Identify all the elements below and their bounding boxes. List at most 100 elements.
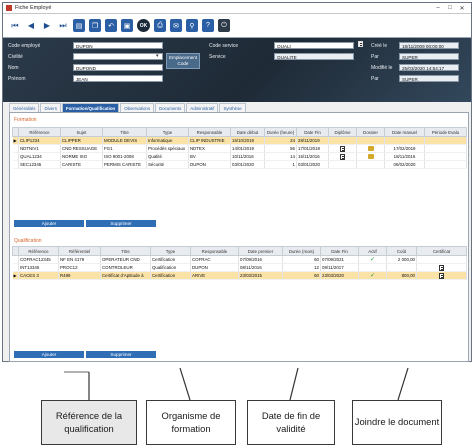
close-icon[interactable]: ✕	[456, 5, 468, 12]
qualification-header-9[interactable]: Coût	[386, 246, 417, 256]
formation-cell[interactable]: PERMIS CARISTE	[102, 160, 147, 169]
qualification-cell[interactable]: INT13345	[18, 263, 59, 272]
qualification-cell[interactable]: 2 000,00	[386, 255, 417, 264]
qualification-row[interactable]: COFRAC12345 NF EN 4179 OPERATEUR CND Certif…	[12, 255, 467, 264]
qualification-cell[interactable]: OPERATEUR CND	[100, 255, 151, 264]
formation-cell[interactable]: BV	[188, 152, 231, 161]
formation-row[interactable]: SEC12345 CARISTE PERMIS CARISTE Sécurité DUP…	[12, 160, 467, 169]
checkmark-icon[interactable]: ✓	[358, 255, 387, 264]
qualification-cell[interactable]: NF EN 4179	[58, 255, 101, 264]
formation-cell[interactable]	[356, 136, 385, 145]
qualification-cell[interactable]	[358, 263, 387, 272]
folder-icon[interactable]	[367, 154, 374, 160]
qualification-header-10[interactable]: Certificat	[416, 246, 467, 256]
qualification-header-3[interactable]: Type	[150, 246, 191, 256]
ok-icon[interactable]: OK	[137, 19, 150, 32]
qualification-cell[interactable]: R489	[58, 271, 101, 280]
document-icon[interactable]	[340, 145, 345, 152]
exit-icon[interactable]: ⏻	[218, 19, 230, 32]
mail-icon[interactable]: ✉	[170, 19, 182, 32]
document-icon[interactable]	[328, 152, 357, 161]
formation-cell[interactable]: 1	[264, 160, 297, 169]
formation-cell[interactable]: 18/11/2016	[384, 152, 425, 161]
formation-cell[interactable]: QUAL1234	[18, 152, 61, 161]
formation-cell[interactable]: 14/01/2019	[230, 144, 265, 153]
qualification-cell[interactable]: 07/09/2021	[320, 255, 359, 264]
attachment-icon[interactable]: ⚲	[186, 19, 198, 32]
formation-cell[interactable]: SEC12345	[18, 160, 61, 169]
formation-header-7[interactable]: Date Fin	[296, 127, 329, 137]
formation-cell[interactable]: CND RESSUAGE	[60, 144, 103, 153]
code-service-field[interactable]: QUALI	[274, 42, 354, 49]
formation-cell[interactable]	[384, 136, 425, 145]
formation-header-11[interactable]: Période Evalu	[424, 127, 467, 137]
formation-cell[interactable]: 28/11/2019	[296, 136, 329, 145]
qualification-header-2[interactable]: Titre	[100, 246, 151, 256]
checkmark-icon[interactable]: ✓	[358, 271, 387, 280]
formation-cell[interactable]: MODULE DEVIS	[102, 136, 147, 145]
civilite-select[interactable]	[73, 53, 163, 60]
formation-header-4[interactable]: Responsable	[188, 127, 231, 137]
qualification-header-7[interactable]: Date Fin	[320, 246, 359, 256]
document-icon[interactable]	[416, 263, 467, 272]
qualification-cell[interactable]: Certification	[150, 255, 191, 264]
formation-cell[interactable]: 15/10/2019	[230, 136, 265, 145]
undo-icon[interactable]: ↶	[105, 19, 117, 32]
qualification-header-1[interactable]: Référentiel	[58, 246, 101, 256]
qualification-header-0[interactable]: Référence	[18, 246, 59, 256]
minimize-icon[interactable]: –	[432, 5, 444, 11]
last-record-icon[interactable]: ⏭	[57, 19, 69, 32]
formation-cell[interactable]	[356, 160, 385, 169]
qualification-cell[interactable]: ARIVE	[190, 271, 239, 280]
formation-cell[interactable]: 15/11/2016	[296, 152, 329, 161]
formation-cell[interactable]: NDTNIV1	[18, 144, 61, 153]
chevron-down-icon[interactable]: ▾	[156, 53, 159, 59]
qualification-cell[interactable]: 800,00	[386, 271, 417, 280]
formation-header-6[interactable]: Durée (heure)	[264, 127, 297, 137]
formation-cell[interactable]: 24	[264, 136, 297, 145]
qualification-cell[interactable]	[416, 255, 467, 264]
document-icon[interactable]	[416, 271, 467, 280]
qualification-row[interactable]: INT13345 PROC12 CONTROLEUR Qualification DUP…	[12, 263, 467, 272]
lookup-doc-icon[interactable]	[358, 41, 363, 47]
formation-cell[interactable]: NORME ISO	[60, 152, 103, 161]
formation-cell[interactable]: 03/01/2020	[296, 160, 329, 169]
qualification-cell[interactable]: Qualification	[150, 263, 191, 272]
formation-cell[interactable]: Qualité	[146, 152, 189, 161]
qualification-cell[interactable]: Certificat d'Aptitude à	[100, 271, 151, 280]
qualification-add-button[interactable]: Ajouter	[14, 351, 84, 358]
formation-cell[interactable]: CLIPPER	[60, 136, 103, 145]
qualification-cell[interactable]: COFRAC12345	[18, 255, 59, 264]
document-icon[interactable]	[439, 272, 444, 279]
formation-cell[interactable]	[424, 160, 467, 169]
qualification-cell[interactable]: 60	[282, 255, 321, 264]
save-icon[interactable]: ▣	[121, 19, 133, 32]
folder-icon[interactable]	[356, 144, 385, 153]
help-icon[interactable]: ?	[202, 19, 214, 32]
qualification-cell[interactable]: PROC12	[58, 263, 101, 272]
formation-header-10[interactable]: Date manuel	[384, 127, 425, 137]
folder-icon[interactable]	[356, 152, 385, 161]
formation-cell[interactable]: 06/02/2020	[384, 160, 425, 169]
next-record-icon[interactable]: ▶	[41, 19, 53, 32]
qualification-cell[interactable]: 23/03/2015	[238, 271, 283, 280]
formation-row[interactable]: QUAL1234 NORME ISO ISO 9001-2008 Qualité BV 1…	[12, 152, 467, 161]
prenom-field[interactable]: JEAN	[73, 75, 163, 82]
formation-cell[interactable]: Sécurité	[146, 160, 189, 169]
formation-cell[interactable]	[328, 160, 357, 169]
qualification-cell[interactable]: CONTROLEUR	[100, 263, 151, 272]
code-employe-field[interactable]: DUPON	[73, 42, 163, 49]
formation-header-9[interactable]: Dossier	[356, 127, 385, 137]
formation-header-8[interactable]: Diplôme	[328, 127, 357, 137]
formation-cell[interactable]: 56	[264, 144, 297, 153]
document-icon[interactable]	[328, 144, 357, 153]
emplacement-code-button[interactable]: Emplacement Code	[166, 53, 200, 69]
maximize-icon[interactable]: □	[444, 5, 456, 11]
folder-icon[interactable]	[367, 146, 374, 152]
qualification-cell[interactable]: 23/03/2020	[320, 271, 359, 280]
qualification-delete-button[interactable]: Supprimer	[86, 351, 156, 358]
qualification-cell[interactable]: COFRAC	[190, 255, 239, 264]
qualification-cell[interactable]: 60	[282, 271, 321, 280]
formation-header-2[interactable]: Titre	[102, 127, 147, 137]
document-icon[interactable]	[340, 153, 345, 160]
